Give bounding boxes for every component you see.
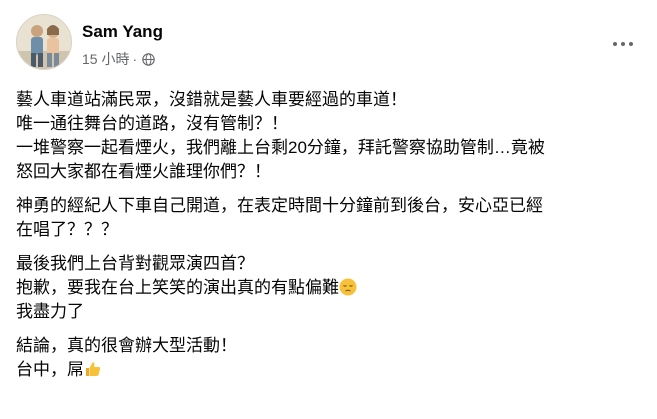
text-line: 一堆警察一起看煙火，我們離上台剩20分鐘，拜託警察協助管制…竟被: [16, 138, 545, 157]
text-line: 怒回大家都在看煙火誰理你們？！: [16, 162, 271, 181]
text-line-with-emoji: 台中，屌: [16, 358, 641, 382]
post-content: 藝人車道站滿民眾，沒錯就是藝人車要經過的車道！ 唯一通往舞台的道路，沒有管制？！…: [16, 88, 641, 392]
thumbs-up-icon: [86, 362, 101, 376]
paragraph-2: 神勇的經紀人下車自己開道，在表定時間十分鐘前到後台，安心亞已經 在唱了？？？: [16, 194, 641, 242]
text-segment: 抱歉，要我在台上笑笑的演出真的有點偏難: [16, 278, 339, 297]
text-line: 藝人車道站滿民眾，沒錯就是藝人車要經過的車道！: [16, 90, 407, 109]
post-time[interactable]: 15 小時: [82, 49, 129, 69]
facebook-post: Sam Yang 15 小時 · 藝人車道站滿民眾，沒錯就是藝人車要經過的車道！…: [0, 0, 657, 419]
pensive-face-icon: [339, 278, 357, 296]
text-segment: 台中，屌: [16, 360, 84, 379]
text-line: 我盡力了: [16, 302, 84, 321]
post-meta: 15 小時 ·: [82, 49, 155, 69]
paragraph-3: 最後我們上台背對觀眾演四首？ 抱歉，要我在台上笑笑的演出真的有點偏難 我盡力了: [16, 252, 641, 324]
more-horizontal-icon: [613, 42, 617, 46]
avatar[interactable]: [16, 14, 72, 70]
post-header: Sam Yang 15 小時 ·: [16, 14, 641, 74]
paragraph-4: 結論，真的很會辦大型活動！ 台中，屌: [16, 334, 641, 382]
text-line: 神勇的經紀人下車自己開道，在表定時間十分鐘前到後台，安心亞已經: [16, 196, 543, 215]
text-line: 結論，真的很會辦大型活動！: [16, 336, 237, 355]
avatar-photo: [17, 15, 71, 69]
text-line: 最後我們上台背對觀眾演四首？: [16, 254, 254, 273]
meta-separator: ·: [132, 51, 138, 67]
globe-icon[interactable]: [142, 52, 155, 66]
text-line: 在唱了？？？: [16, 220, 118, 239]
author-name[interactable]: Sam Yang: [82, 22, 163, 42]
text-line: 唯一通往舞台的道路，沒有管制？！: [16, 114, 288, 133]
paragraph-1: 藝人車道站滿民眾，沒錯就是藝人車要經過的車道！ 唯一通往舞台的道路，沒有管制？！…: [16, 88, 641, 184]
text-line-with-emoji: 抱歉，要我在台上笑笑的演出真的有點偏難: [16, 276, 641, 300]
more-options-button[interactable]: [605, 30, 641, 58]
